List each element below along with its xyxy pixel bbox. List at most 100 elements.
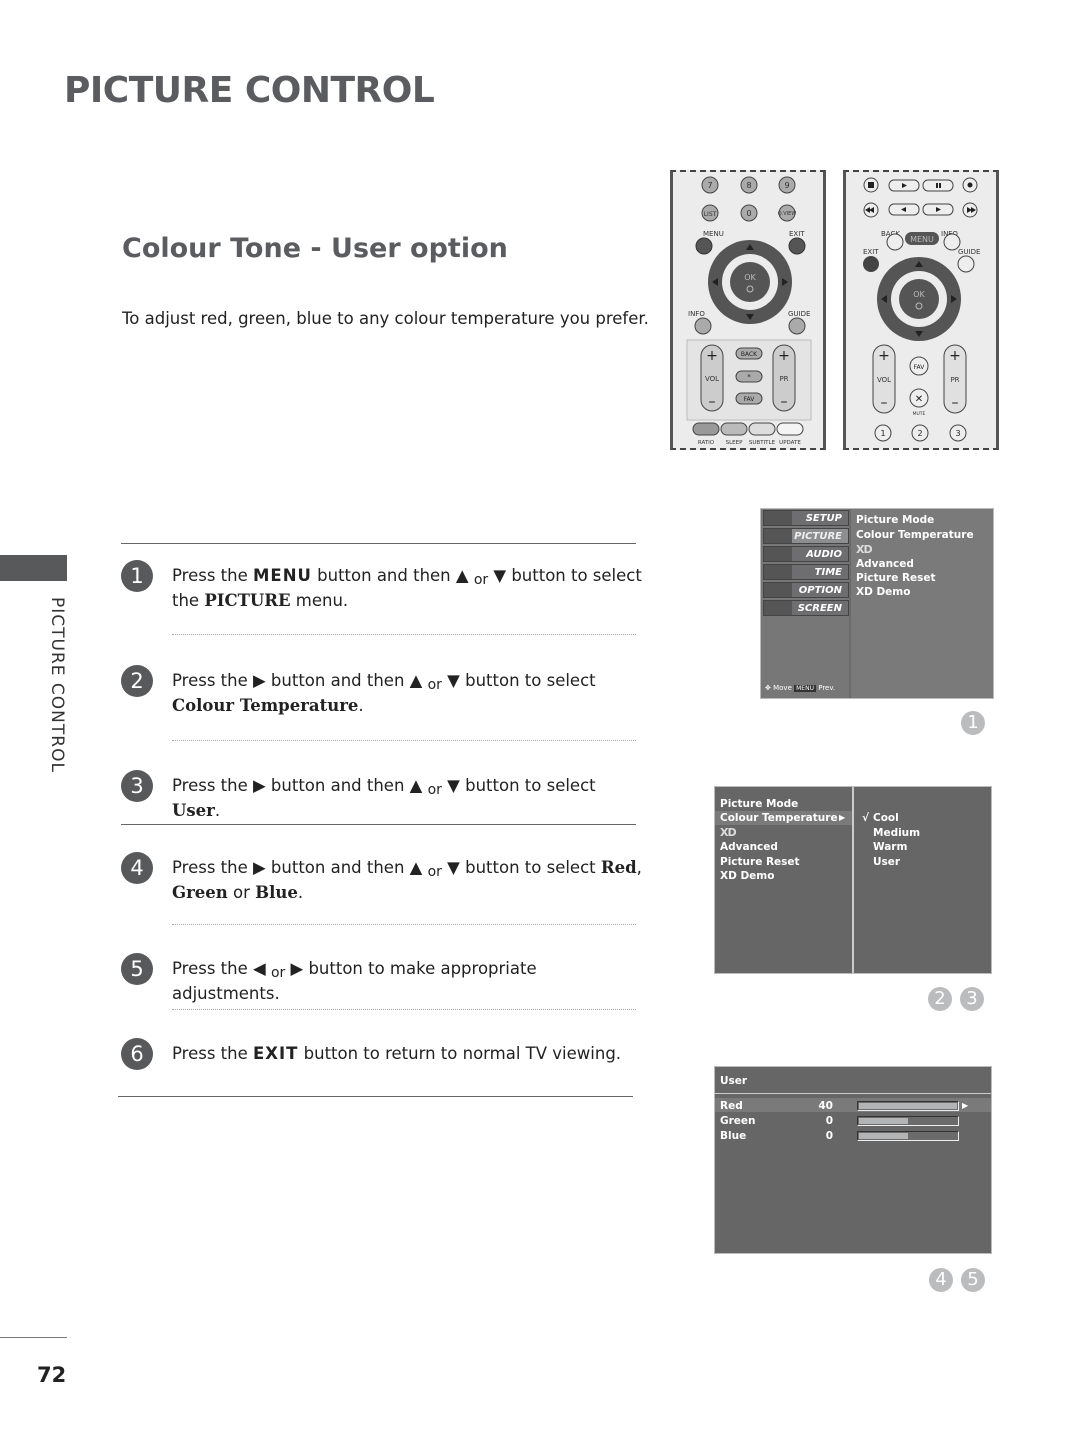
star-label: *	[747, 373, 751, 381]
svg-text:+: +	[949, 348, 961, 364]
step-number: 6	[121, 1038, 153, 1070]
remote-control-b: BACK MENU INFO EXIT GUIDE OK + VOL – + P…	[843, 170, 999, 450]
submenu-item[interactable]: Advanced	[856, 558, 914, 570]
picture-thumbnail-icon	[764, 529, 792, 543]
xd-logo-icon[interactable]: XD	[856, 543, 873, 556]
exit-button[interactable]	[788, 237, 806, 255]
audio-thumbnail-icon	[764, 547, 792, 561]
step-text: Press the ◀ or ▶ button to make appropri…	[172, 959, 537, 1003]
step-text: Press the ▶ button and then ▲ or ▼ butto…	[172, 858, 642, 902]
menu-item-screen[interactable]: SCREEN	[763, 600, 849, 616]
svg-text:+: +	[706, 348, 718, 364]
dotted-divider	[172, 1009, 636, 1010]
menu-item-selected[interactable]: Colour Temperature	[720, 812, 838, 824]
menu-item[interactable]: Picture Mode	[720, 798, 798, 810]
info-button[interactable]	[694, 317, 712, 335]
page-number: 72	[37, 1363, 67, 1387]
submenu-arrow-icon: ▶	[839, 813, 846, 822]
time-thumbnail-icon	[764, 565, 792, 579]
option-item[interactable]: User	[873, 856, 900, 868]
colour-slider[interactable]	[857, 1116, 959, 1126]
button-label: LIST	[704, 211, 717, 218]
submenu-item[interactable]: Picture Reset	[856, 572, 936, 584]
ok-button[interactable]	[730, 262, 770, 302]
ok-label: OK	[744, 273, 756, 282]
subtitle-label: SUBTITLE	[749, 440, 776, 446]
svg-text:+: +	[878, 348, 890, 364]
menu-item[interactable]: Picture Reset	[720, 856, 800, 868]
guide-button[interactable]	[788, 317, 806, 335]
update-label: UPDATE	[779, 440, 801, 446]
digit-label: 9	[784, 181, 789, 190]
screen-badge-5: 5	[961, 1268, 985, 1292]
menu-item[interactable]: XD Demo	[720, 870, 774, 882]
check-mark-icon: √	[862, 812, 870, 824]
pr-label: PR	[779, 375, 788, 383]
option-thumbnail-icon	[764, 583, 792, 597]
colour-adjust-row-blue[interactable]: Blue 0	[715, 1129, 991, 1143]
exit-button[interactable]	[863, 256, 879, 272]
step-text: Press the ▶ button and then ▲ or ▼ butto…	[172, 776, 596, 820]
exit-label: EXIT	[789, 230, 805, 238]
move-hint: Move	[773, 684, 792, 692]
menu-item-option[interactable]: OPTION	[763, 582, 849, 598]
main-menu-list: SETUP PICTURE AUDIO TIME OPTION SCREEN ✥…	[761, 509, 849, 698]
ok-button[interactable]	[899, 279, 939, 319]
steps-mid-divider	[121, 824, 636, 825]
update-button[interactable]	[776, 422, 804, 436]
subtitle-button[interactable]	[748, 422, 776, 436]
digit-buttons: 7 8 9 LIST 0 Q.VIEW	[701, 176, 796, 222]
digit-label: 2	[917, 429, 922, 438]
step-number: 3	[121, 770, 153, 802]
mute-icon: ✕	[915, 394, 923, 405]
menu-label: MENU	[703, 230, 724, 238]
guide-label: GUIDE	[958, 248, 980, 256]
submenu-item[interactable]: XD Demo	[856, 586, 910, 598]
slider-fill	[859, 1133, 908, 1139]
step-number: 5	[121, 953, 153, 985]
submenu-item[interactable]: Picture Mode	[856, 514, 934, 526]
vol-label: VOL	[877, 376, 891, 384]
prev-hint: Prev.	[818, 684, 836, 692]
menu-item-audio[interactable]: AUDIO	[763, 546, 849, 562]
svg-text:+: +	[778, 348, 790, 364]
menu-item-time[interactable]: TIME	[763, 564, 849, 580]
menu-item-setup[interactable]: SETUP	[763, 510, 849, 526]
colour-slider[interactable]	[857, 1101, 959, 1111]
user-menu-title: User	[720, 1075, 748, 1087]
footer-divider	[0, 1337, 67, 1338]
colour-slider[interactable]	[857, 1131, 959, 1141]
digit-label: 7	[707, 181, 712, 190]
move-icon: ✥	[765, 684, 771, 692]
pr-label: PR	[950, 376, 959, 384]
submenu-item[interactable]: Colour Temperature	[856, 529, 974, 541]
screen-badge-1: 1	[961, 711, 985, 735]
dotted-divider	[172, 924, 636, 925]
svg-text:–: –	[952, 395, 959, 411]
option-item[interactable]: Medium	[873, 827, 920, 839]
back-label: BACK	[741, 351, 758, 358]
digit-label: 8	[746, 181, 751, 190]
option-item[interactable]: Warm	[873, 841, 907, 853]
osd-main-menu: SETUP PICTURE AUDIO TIME OPTION SCREEN ✥…	[760, 508, 994, 699]
ratio-button[interactable]	[692, 422, 720, 436]
dotted-divider	[172, 634, 636, 635]
colour-adjust-row-red[interactable]: Red 40 ▶	[715, 1099, 991, 1113]
option-item[interactable]: Cool	[873, 812, 899, 824]
step-text: Press the ▶ button and then ▲ or ▼ butto…	[172, 671, 596, 715]
dotted-divider	[172, 740, 636, 741]
menu-button[interactable]	[695, 237, 713, 255]
colour-value: 40	[818, 1100, 833, 1112]
svg-text:–: –	[881, 395, 888, 411]
guide-button[interactable]	[957, 255, 975, 273]
colour-adjust-row-green[interactable]: Green 0	[715, 1114, 991, 1128]
colour-label: Blue	[720, 1130, 747, 1142]
menu-item[interactable]: Advanced	[720, 841, 778, 853]
menu-item-picture[interactable]: PICTURE	[763, 528, 849, 544]
side-section-label: PICTURE CONTROL	[47, 597, 67, 773]
xd-logo-icon[interactable]: XD	[720, 826, 737, 839]
colour-label: Red	[720, 1100, 743, 1112]
back-button[interactable]	[886, 233, 904, 251]
sleep-button[interactable]	[720, 422, 748, 436]
digit-label: 0	[746, 209, 751, 218]
